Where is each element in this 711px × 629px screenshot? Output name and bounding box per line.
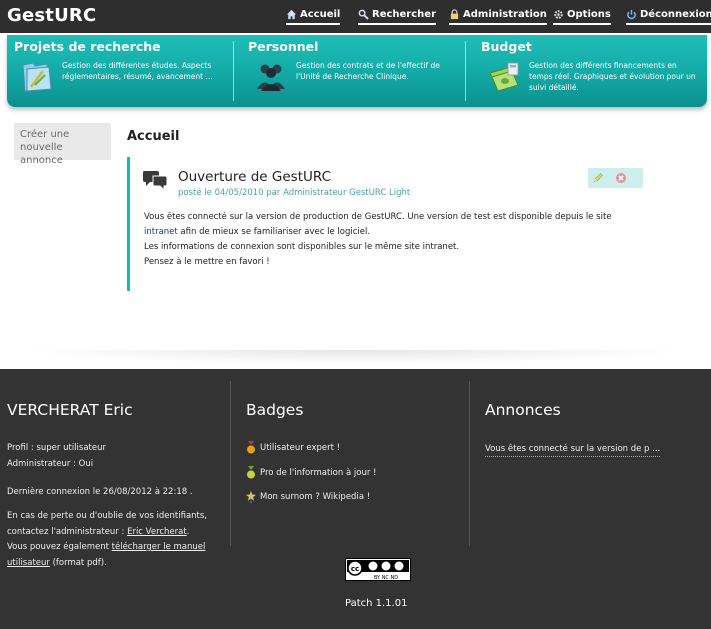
banner-projets[interactable]: Projets de recherche Gestion des différe… xyxy=(7,35,234,107)
footer-divider xyxy=(469,381,470,546)
post-line: Vous êtes connecté sur la version de pro… xyxy=(144,212,612,237)
nav-administration[interactable]: Administration xyxy=(449,7,547,25)
gold-medal-icon xyxy=(247,441,255,454)
lock-icon xyxy=(450,8,459,19)
annonces-title: Annonces xyxy=(485,401,561,419)
page-title: Accueil xyxy=(127,129,180,144)
annonce-link[interactable]: Vous êtes connecté sur la version de p .… xyxy=(485,444,661,457)
star-medal-icon xyxy=(246,491,256,503)
gear-icon xyxy=(554,9,563,19)
banner-divider xyxy=(465,41,466,101)
money-icon xyxy=(489,62,519,92)
badges-title: Badges xyxy=(246,401,304,419)
post-actions xyxy=(588,168,643,188)
edit-pencil-icon[interactable] xyxy=(592,172,604,184)
patch-version: Patch 1.1.01 xyxy=(345,598,408,609)
badge-item: Pro de l'information à jour ! xyxy=(246,466,376,479)
create-announcement-button[interactable]: Créer une nouvelle annonce xyxy=(14,123,111,166)
banner-desc: Gestion des différentes études. Aspects … xyxy=(62,61,213,81)
top-bar: GestURC Accueil Rechercher Administratio… xyxy=(0,0,711,33)
people-icon xyxy=(257,64,285,91)
creative-commons-icon[interactable]: cc BY NC ND xyxy=(345,558,411,581)
home-icon xyxy=(286,9,297,19)
last-login: Dernière connexion le 26/08/2012 à 22:18… xyxy=(7,487,193,497)
post-meta: posté le 04/05/2010 par Administrateur G… xyxy=(178,188,411,198)
power-icon xyxy=(627,9,636,19)
manual-download-link-cont[interactable]: utilisateur xyxy=(7,558,50,568)
user-name: VERCHERAT Eric xyxy=(7,401,133,419)
intranet-link[interactable]: intranet xyxy=(144,227,178,237)
chat-bubbles-icon xyxy=(143,171,168,191)
nav-options[interactable]: Options xyxy=(553,7,611,25)
footer-divider xyxy=(230,381,231,546)
app-logo[interactable]: GestURC xyxy=(7,5,96,26)
nav-deconnexion[interactable]: Déconnexion xyxy=(626,7,711,25)
banner-title: Budget xyxy=(481,39,532,54)
help-text: En cas de perte ou d'oublie de vos ident… xyxy=(7,511,208,568)
manual-download-link[interactable]: télécharger le manuel xyxy=(112,542,206,552)
post-line: Pensez à le mettre en favori ! xyxy=(144,257,270,267)
feature-banner: Projets de recherche Gestion des différe… xyxy=(7,35,707,107)
svg-text:BY NC ND: BY NC ND xyxy=(374,575,398,581)
post-title: Ouverture de GestURC xyxy=(178,169,332,185)
banner-desc: Gestion des différents financements en t… xyxy=(529,61,696,92)
admin-contact-link[interactable]: Eric Vercherat xyxy=(127,527,187,537)
folder-icon xyxy=(22,62,52,92)
content-shadow xyxy=(20,350,690,364)
nav-accueil[interactable]: Accueil xyxy=(286,7,341,25)
post-body: Vous êtes connecté sur la version de pro… xyxy=(144,210,639,270)
search-icon xyxy=(358,9,369,20)
banner-title: Projets de recherche xyxy=(14,39,161,54)
banner-personnel[interactable]: Personnel Gestion des contrats et de l'e… xyxy=(241,35,467,107)
banner-budget[interactable]: Budget Gestion des différents financemen… xyxy=(474,35,707,107)
announcement-post: Ouverture de GestURC posté le 04/05/2010… xyxy=(127,157,643,291)
green-medal-icon xyxy=(247,466,255,479)
badge-item: Mon surnom ? Wikipedia ! xyxy=(246,490,370,503)
nav-rechercher[interactable]: Rechercher xyxy=(358,7,437,25)
banner-divider xyxy=(233,41,234,101)
footer: VERCHERAT Eric Profil : super utilisateu… xyxy=(0,369,711,629)
svg-text:cc: cc xyxy=(351,565,359,573)
badge-item: Utilisateur expert ! xyxy=(246,441,340,454)
post-line: Les informations de connexion sont dispo… xyxy=(144,242,460,252)
user-info: Profil : super utilisateur Administrateu… xyxy=(7,443,106,469)
banner-desc: Gestion des contrats et de l'effectif de… xyxy=(296,61,440,81)
delete-icon[interactable] xyxy=(615,172,627,184)
banner-title: Personnel xyxy=(248,39,319,54)
